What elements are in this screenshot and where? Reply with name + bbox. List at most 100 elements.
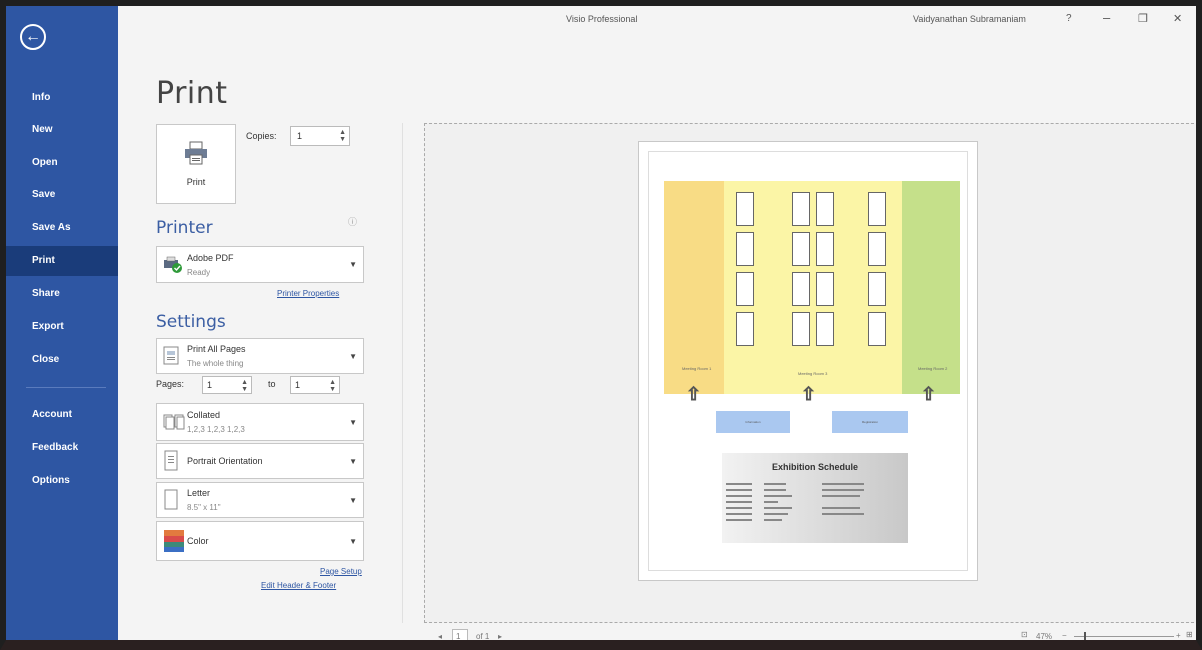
paper-icon (164, 489, 178, 510)
app-title: Visio Professional (566, 14, 638, 24)
zoom-in-icon[interactable]: + (1176, 631, 1181, 640)
schedule-title: Exhibition Schedule (771, 462, 858, 472)
nav-item-feedback[interactable]: Feedback (6, 433, 118, 463)
copies-stepper[interactable]: 1 ▲ ▼ (290, 126, 350, 146)
prev-page-icon[interactable]: ◂ (438, 632, 442, 640)
orientation-dropdown[interactable]: Portrait Orientation ▼ (156, 443, 364, 479)
pages-to-input[interactable]: 1 ▲ ▼ (290, 376, 340, 394)
back-arrow-icon[interactable]: ← (20, 24, 46, 50)
room-label-3: Meeting Room 3 (798, 371, 828, 376)
paper-size-sub: 8.5" x 11" (187, 503, 221, 512)
schedule-line (726, 483, 752, 485)
restore-button[interactable]: ❐ (1138, 12, 1148, 25)
print-button[interactable]: Print (156, 124, 236, 204)
color-dropdown[interactable]: Color ▼ (156, 521, 364, 561)
information-kiosk: Information (716, 411, 790, 433)
collate-sub: 1,2,3 1,2,3 1,2,3 (187, 425, 245, 434)
copies-label: Copies: (246, 131, 277, 141)
zoom-slider[interactable] (1074, 636, 1174, 637)
zoom-level: 47% (1036, 632, 1053, 641)
nav-item-open[interactable]: Open (6, 148, 118, 178)
fit-page-icon[interactable]: ⊞ (1186, 630, 1193, 639)
schedule-line (726, 513, 752, 515)
printer-icon (185, 141, 207, 165)
room-label-1: Meeting Room 1 (682, 366, 712, 371)
printer-heading: Printer (156, 218, 213, 238)
pages-icon (163, 346, 179, 365)
booth (868, 192, 886, 226)
printer-status: Ready (187, 268, 211, 277)
booth (792, 312, 810, 346)
nav-item-export[interactable]: Export (6, 312, 118, 342)
printer-dropdown[interactable]: Adobe PDF Ready ▼ (156, 246, 364, 283)
printer-properties-link[interactable]: Printer Properties (277, 289, 339, 298)
schedule-line (726, 507, 752, 509)
booth (816, 312, 834, 346)
print-button-label: Print (186, 177, 206, 187)
zoom-slider-thumb[interactable] (1084, 632, 1086, 640)
help-icon[interactable]: ? (1066, 13, 1072, 24)
user-name[interactable]: Vaidyanathan Subramaniam (913, 14, 1026, 24)
nav-item-info[interactable]: Info (6, 83, 118, 113)
collate-dropdown[interactable]: Collated 1,2,3 1,2,3 1,2,3 ▼ (156, 403, 364, 441)
entrance-arrow-icon: ⇧ (800, 384, 817, 405)
color-label: Color (187, 536, 209, 546)
booth (792, 192, 810, 226)
schedule-line (726, 489, 752, 491)
spin-arrows-icon[interactable]: ▲ ▼ (241, 379, 248, 393)
nav-item-save[interactable]: Save (6, 180, 118, 210)
nav-item-print[interactable]: Print (6, 246, 118, 276)
schedule-line (726, 501, 752, 503)
chevron-down-icon: ▼ (349, 418, 357, 427)
booth (736, 272, 754, 306)
chevron-down-icon: ▼ (349, 457, 357, 466)
schedule-line (764, 519, 782, 521)
pages-from-value: 1 (207, 380, 213, 390)
settings-heading: Settings (156, 312, 226, 332)
chevron-down-icon: ▼ (349, 352, 357, 361)
spin-arrows-icon[interactable]: ▲ ▼ (339, 129, 346, 143)
nav-item-options[interactable]: Options (6, 466, 118, 496)
orientation-label: Portrait Orientation (187, 456, 263, 466)
nav-divider (26, 387, 106, 388)
nav-item-share[interactable]: Share (6, 279, 118, 309)
zoom-to-page-icon[interactable]: ⊡ (1021, 630, 1028, 639)
pages-from-input[interactable]: 1 ▲ ▼ (202, 376, 252, 394)
pages-to-value: 1 (295, 380, 301, 390)
next-page-icon[interactable]: ▸ (498, 632, 502, 640)
printer-name: Adobe PDF (187, 253, 234, 263)
schedule-line (822, 483, 864, 485)
print-range-dropdown[interactable]: Print All Pages The whole thing ▼ (156, 338, 364, 374)
schedule-line (822, 507, 860, 509)
booth (792, 272, 810, 306)
schedule-line (764, 495, 792, 497)
nav-item-save-as[interactable]: Save As (6, 213, 118, 243)
close-button[interactable]: ✕ (1173, 12, 1182, 25)
chevron-down-icon: ▼ (349, 260, 357, 269)
paper-size-dropdown[interactable]: Letter 8.5" x 11" ▼ (156, 482, 364, 518)
nav-item-new[interactable]: New (6, 115, 118, 145)
meeting-room-2-area (902, 181, 960, 394)
schedule-line (764, 501, 778, 503)
schedule-line (726, 495, 752, 497)
booth (736, 312, 754, 346)
schedule-line (822, 495, 860, 497)
title-bar: Visio Professional Vaidyanathan Subraman… (118, 6, 1196, 32)
page-setup-link[interactable]: Page Setup (320, 567, 362, 576)
minimize-button[interactable]: – (1103, 10, 1110, 25)
spin-arrows-icon[interactable]: ▲ ▼ (329, 379, 336, 393)
info-icon[interactable]: ⓘ (348, 215, 357, 228)
entrance-arrow-icon: ⇧ (685, 384, 702, 405)
color-icon (164, 530, 184, 552)
zoom-out-icon[interactable]: − (1062, 631, 1067, 640)
booth (736, 192, 754, 226)
schedule-line (726, 519, 752, 521)
paper-size-title: Letter (187, 488, 211, 498)
meeting-room-1-area (664, 181, 724, 394)
nav-item-account[interactable]: Account (6, 400, 118, 430)
nav-item-close[interactable]: Close (6, 345, 118, 375)
print-range-sub: The whole thing (187, 359, 244, 368)
edit-header-footer-link[interactable]: Edit Header & Footer (261, 581, 336, 590)
page-title: Print (156, 76, 228, 111)
page-number-input[interactable]: 1 (452, 629, 468, 640)
